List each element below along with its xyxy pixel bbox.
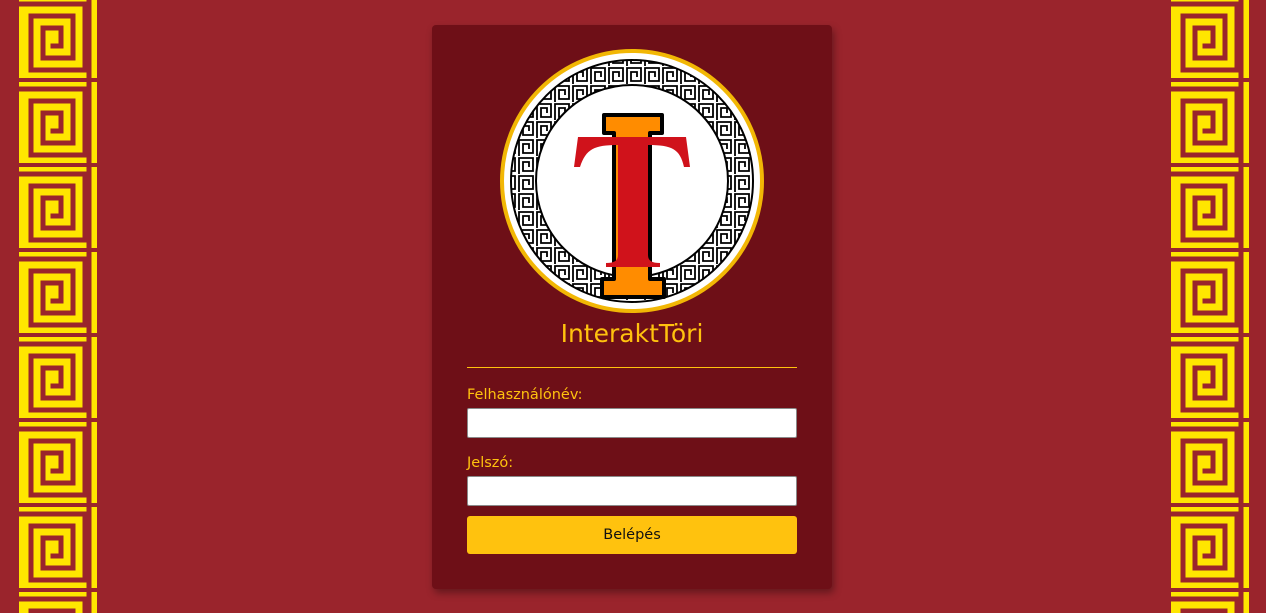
login-button[interactable]: Belépés (467, 516, 797, 554)
app-title: InteraktTöri (560, 319, 704, 348)
password-field[interactable] (467, 476, 797, 506)
greek-key-border-right (1167, 0, 1249, 613)
title-divider (467, 367, 797, 368)
greek-key-border-left (15, 0, 97, 613)
username-field[interactable] (467, 408, 797, 438)
login-card: InteraktTöri Felhasználónév: Jelszó: Bel… (432, 25, 832, 589)
interakttori-logo-icon (500, 49, 764, 313)
password-label: Jelszó: (467, 455, 514, 471)
username-label: Felhasználónév: (467, 387, 583, 403)
